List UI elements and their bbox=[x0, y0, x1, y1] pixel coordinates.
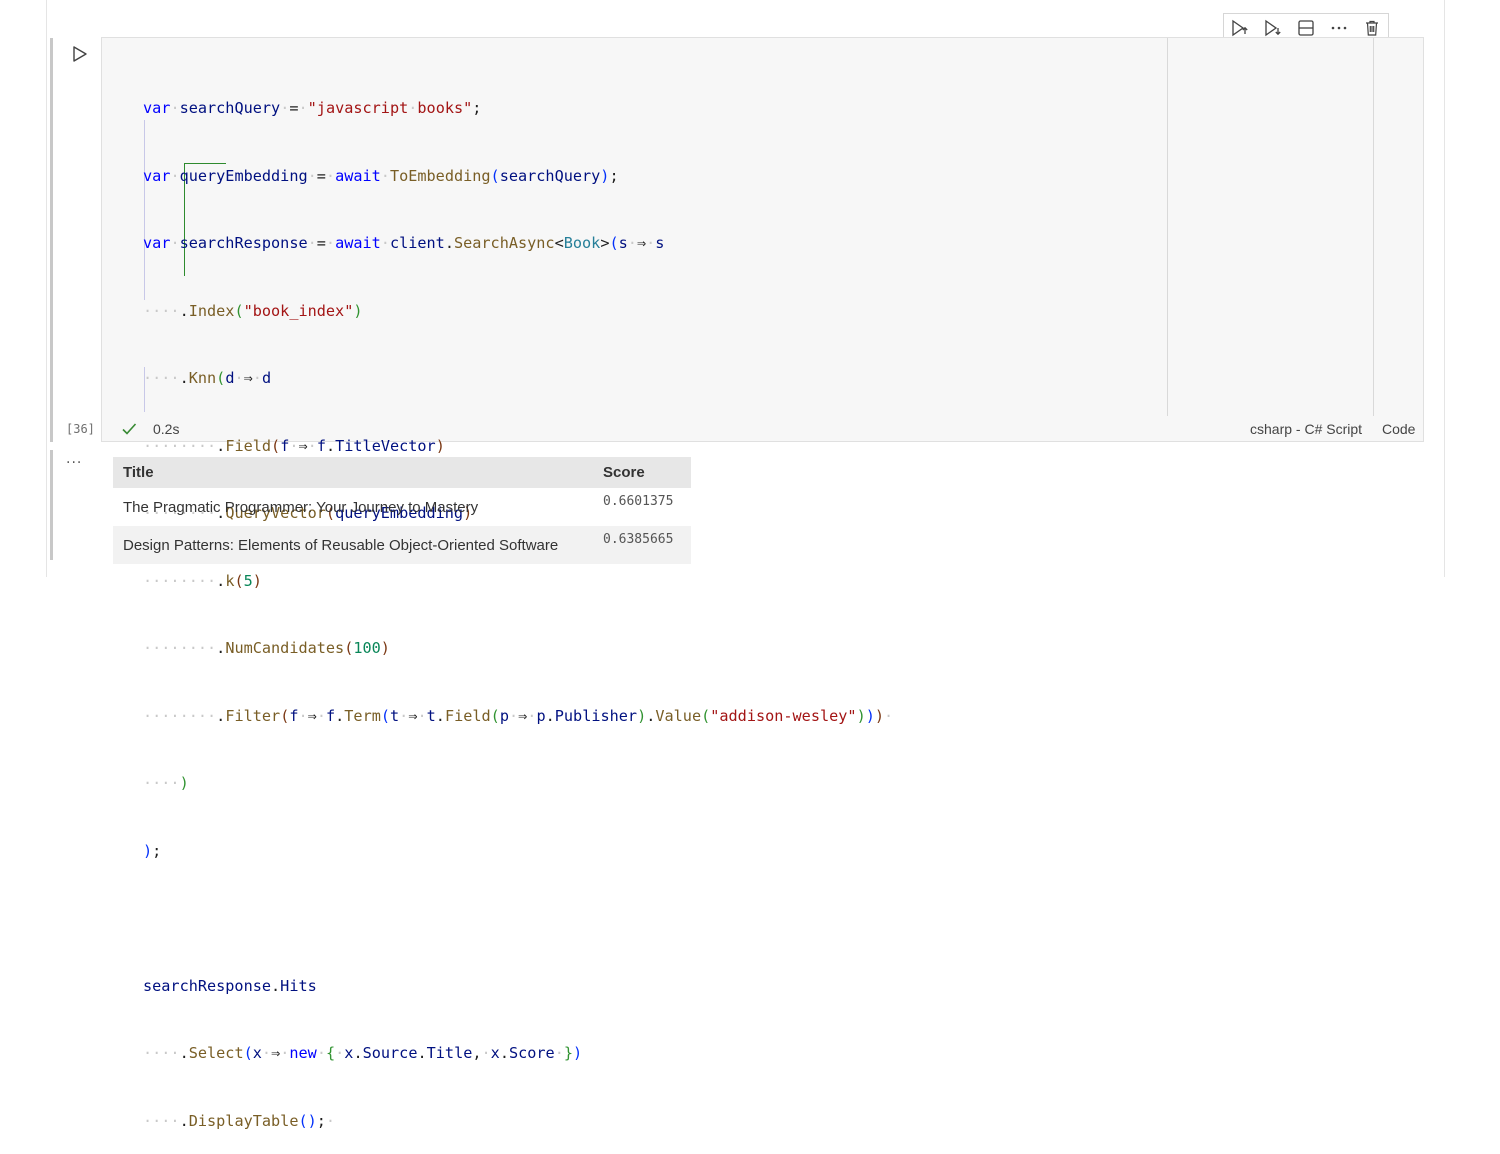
run-below-icon bbox=[1265, 19, 1281, 37]
trash-icon bbox=[1365, 20, 1378, 36]
page-border-right bbox=[1444, 0, 1445, 577]
table-row: Design Patterns: Elements of Reusable Ob… bbox=[113, 526, 691, 564]
cell-title: Design Patterns: Elements of Reusable Ob… bbox=[113, 526, 593, 564]
code-line: var·searchResponse·=·await·client.Search… bbox=[143, 234, 665, 252]
execution-count: [36] bbox=[66, 422, 95, 436]
code-line: ····.Index("book_index") bbox=[143, 301, 363, 320]
code-line: ····.DisplayTable();· bbox=[143, 1111, 336, 1130]
output-actions-button[interactable]: ··· bbox=[66, 455, 82, 471]
cell-focus-indicator bbox=[50, 38, 53, 442]
cell-score: 0.6385665 bbox=[593, 526, 691, 564]
output-focus-indicator bbox=[50, 450, 53, 560]
code-line: var·queryEmbedding·=·await·ToEmbedding(s… bbox=[143, 166, 619, 185]
play-icon bbox=[73, 46, 87, 62]
output-table: Title Score The Pragmatic Programmer: Yo… bbox=[113, 457, 691, 564]
table-header-row: Title Score bbox=[113, 457, 691, 488]
cell-score: 0.6601375 bbox=[603, 494, 674, 509]
page-border-left bbox=[46, 0, 47, 577]
run-above-icon bbox=[1232, 19, 1249, 37]
execution-duration: 0.2s bbox=[153, 421, 180, 437]
code-line: ········.Field(f·⇒·f.TitleVector) bbox=[143, 436, 445, 455]
split-icon bbox=[1298, 20, 1314, 36]
code-line: ····.Knn(d·⇒·d bbox=[143, 369, 272, 387]
ellipsis-icon bbox=[1331, 26, 1347, 30]
check-icon bbox=[121, 421, 137, 437]
code-line: ········.NumCandidates(100) bbox=[143, 639, 390, 657]
code-line: ········.Filter(f·⇒·f.Term(t·⇒·t.Field(p… bbox=[143, 706, 894, 725]
code-line: ); bbox=[143, 841, 162, 860]
code-line: searchResponse.Hits bbox=[143, 976, 317, 995]
cell-title: The Pragmatic Programmer: Your Journey t… bbox=[123, 498, 479, 516]
run-cell-button[interactable] bbox=[70, 44, 90, 64]
cell-language-picker[interactable]: Code bbox=[1382, 421, 1415, 437]
kernel-picker[interactable]: csharp - C# Script bbox=[1250, 421, 1362, 437]
code-line: ········.k(5) bbox=[143, 571, 262, 590]
editor-ruler-1 bbox=[1167, 38, 1168, 416]
code-line: ····.Select(x·⇒·new·{·x.Source.Title,·x.… bbox=[143, 1044, 583, 1062]
column-header-title: Title bbox=[113, 457, 593, 488]
code-line: var·searchQuery·=·"javascript·books"; bbox=[143, 99, 482, 117]
editor-ruler-2 bbox=[1373, 38, 1374, 416]
ellipsis-icon: ··· bbox=[66, 455, 83, 471]
code-line: ····) bbox=[143, 774, 189, 792]
code-content[interactable]: var·searchQuery·=·"javascript·books"; va… bbox=[143, 52, 893, 1154]
table-row: The Pragmatic Programmer: Your Journey t… bbox=[113, 488, 691, 526]
column-header-score: Score bbox=[593, 457, 691, 488]
